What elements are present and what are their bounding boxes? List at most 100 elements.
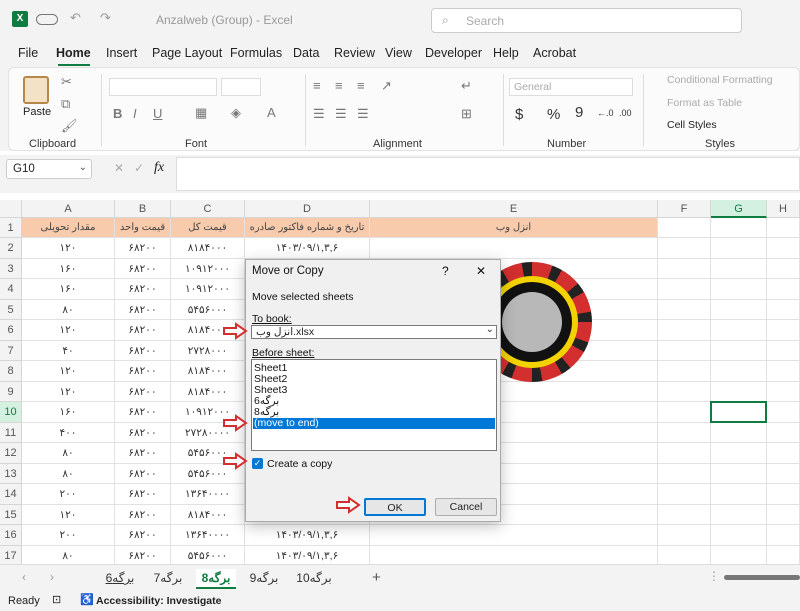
menu-page-layout[interactable]: Page Layout — [152, 46, 222, 60]
cell-f[interactable] — [658, 402, 711, 423]
row-header[interactable]: 11 — [0, 422, 22, 443]
align-middle-icon[interactable]: ≡ — [335, 78, 343, 93]
autosave-toggle-icon[interactable] — [36, 14, 58, 25]
cell-c[interactable]: ۸۱۸۴۰۰۰ — [171, 361, 245, 382]
italic-icon[interactable]: I — [133, 106, 137, 121]
cell-c[interactable]: ۸۱۸۴۰۰۰ — [171, 238, 245, 259]
row-header[interactable]: 8 — [0, 361, 22, 382]
cell-a[interactable]: ۱۲۰ — [22, 320, 115, 341]
menu-data[interactable]: Data — [293, 46, 319, 60]
sheet-tab[interactable]: برگه10 — [292, 569, 336, 589]
cell-a[interactable]: ۱۲۰ — [22, 361, 115, 382]
create-copy-label[interactable]: Create a copy — [267, 458, 332, 470]
cell-c[interactable]: ۱۰۹۱۲۰۰۰ — [171, 258, 245, 279]
formula-input[interactable] — [176, 157, 800, 191]
row-header[interactable]: 6 — [0, 320, 22, 341]
cell-f[interactable] — [658, 238, 711, 259]
cell-f[interactable] — [658, 320, 711, 341]
cell-f[interactable] — [658, 340, 711, 361]
cell-g[interactable] — [711, 340, 767, 361]
cell-b[interactable]: ۶۸۲۰۰ — [115, 504, 171, 525]
cell-b[interactable]: ۶۸۲۰۰ — [115, 545, 171, 566]
cell-b[interactable]: ۶۸۲۰۰ — [115, 443, 171, 464]
conditional-formatting-button[interactable]: Conditional Formatting — [667, 74, 773, 86]
cell-g[interactable] — [711, 320, 767, 341]
row-header[interactable]: 4 — [0, 279, 22, 300]
header-cell-e[interactable]: انزل وب — [370, 218, 658, 238]
undo-icon[interactable]: ↶ — [70, 10, 81, 26]
menu-home[interactable]: Home — [56, 46, 91, 60]
cell-f[interactable] — [658, 443, 711, 464]
column-header-g[interactable]: G — [711, 200, 767, 218]
menu-file[interactable]: File — [18, 46, 38, 60]
cell-f[interactable] — [658, 504, 711, 525]
search-box[interactable]: ⌕ Search — [431, 8, 742, 33]
cell-g[interactable] — [711, 463, 767, 484]
more-options-icon[interactable]: ⋮ — [708, 569, 720, 583]
cell-a[interactable]: ۸۰ — [22, 299, 115, 320]
row-header[interactable]: 17 — [0, 545, 22, 566]
cell-g[interactable] — [711, 299, 767, 320]
font-size-box[interactable] — [221, 78, 261, 96]
cell-a[interactable]: ۱۲۰ — [22, 381, 115, 402]
name-box[interactable]: G10 ⌄ — [6, 159, 92, 179]
row-header[interactable]: 14 — [0, 484, 22, 505]
cell-a[interactable]: ۱۶۰ — [22, 279, 115, 300]
cell-a[interactable]: ۸۰ — [22, 545, 115, 566]
cell[interactable] — [658, 218, 711, 238]
cell-a[interactable]: ۴۰۰ — [22, 422, 115, 443]
cell-b[interactable]: ۶۸۲۰۰ — [115, 320, 171, 341]
align-right-icon[interactable]: ☰ — [357, 106, 369, 122]
cell-b[interactable]: ۶۸۲۰۰ — [115, 238, 171, 259]
format-as-table-button[interactable]: Format as Table — [667, 97, 742, 109]
number-format-box[interactable]: General — [509, 78, 633, 96]
column-header-d[interactable]: D — [245, 200, 370, 218]
row-header[interactable]: 5 — [0, 299, 22, 320]
cell-h[interactable] — [767, 545, 800, 566]
cell-g[interactable] — [711, 381, 767, 402]
list-item[interactable]: Sheet1 — [254, 363, 494, 374]
list-item[interactable]: برگه6 — [254, 396, 494, 407]
menu-review[interactable]: Review — [334, 46, 375, 60]
to-book-select[interactable]: انزل وب.xlsx ⌄ — [251, 324, 497, 339]
cell-h[interactable] — [767, 381, 800, 402]
cell-a[interactable]: ۲۰۰ — [22, 484, 115, 505]
align-top-icon[interactable]: ≡ — [313, 78, 321, 93]
cell-a[interactable]: ۱۲۰ — [22, 504, 115, 525]
currency-icon[interactable]: $ — [515, 106, 523, 123]
cell-c[interactable]: ۸۱۸۴۰۰۰ — [171, 381, 245, 402]
sheet-tab[interactable]: برگه7 — [150, 569, 186, 589]
cell-styles-button[interactable]: Cell Styles — [667, 119, 717, 131]
macro-recorder-icon[interactable]: ⊡ — [52, 593, 61, 606]
cell-c[interactable]: ۱۳۶۴۰۰۰۰ — [171, 525, 245, 546]
column-header-b[interactable]: B — [115, 200, 171, 218]
cell-b[interactable]: ۶۸۲۰۰ — [115, 484, 171, 505]
cell-a[interactable]: ۱۶۰ — [22, 258, 115, 279]
before-sheet-list[interactable]: Sheet1 Sheet2 Sheet3 برگه6 برگه8 (move t… — [251, 359, 497, 451]
cell[interactable] — [767, 218, 800, 238]
fill-color-icon[interactable]: ◈ — [231, 105, 241, 121]
cell-b[interactable]: ۶۸۲۰۰ — [115, 463, 171, 484]
header-cell-d[interactable]: تاریخ و شماره فاکتور صادره — [245, 218, 370, 238]
comma-style-icon[interactable]: 9 — [575, 104, 583, 121]
list-item-selected[interactable]: (move to end) — [253, 418, 495, 429]
cell-f[interactable] — [658, 422, 711, 443]
cell-h[interactable] — [767, 443, 800, 464]
list-item[interactable]: Sheet3 — [254, 385, 494, 396]
horizontal-scrollbar[interactable] — [724, 575, 800, 580]
align-bottom-icon[interactable]: ≡ — [357, 78, 365, 93]
sheet-tab[interactable]: برگه9 — [246, 569, 282, 589]
menu-view[interactable]: View — [385, 46, 412, 60]
cell-c[interactable]: ۵۴۵۶۰۰۰ — [171, 545, 245, 566]
paste-icon[interactable] — [23, 76, 49, 104]
accessibility-status[interactable]: Accessibility: Investigate — [96, 595, 221, 607]
cell-g[interactable] — [711, 484, 767, 505]
paste-button[interactable]: Paste — [23, 106, 51, 118]
scroll-right-icon[interactable]: › — [50, 570, 54, 584]
menu-acrobat[interactable]: Acrobat — [533, 46, 576, 60]
align-center-icon[interactable]: ☰ — [335, 106, 347, 122]
menu-insert[interactable]: Insert — [106, 46, 137, 60]
row-header[interactable]: 13 — [0, 463, 22, 484]
cell-f[interactable] — [658, 525, 711, 546]
ok-button[interactable]: OK — [364, 498, 426, 516]
